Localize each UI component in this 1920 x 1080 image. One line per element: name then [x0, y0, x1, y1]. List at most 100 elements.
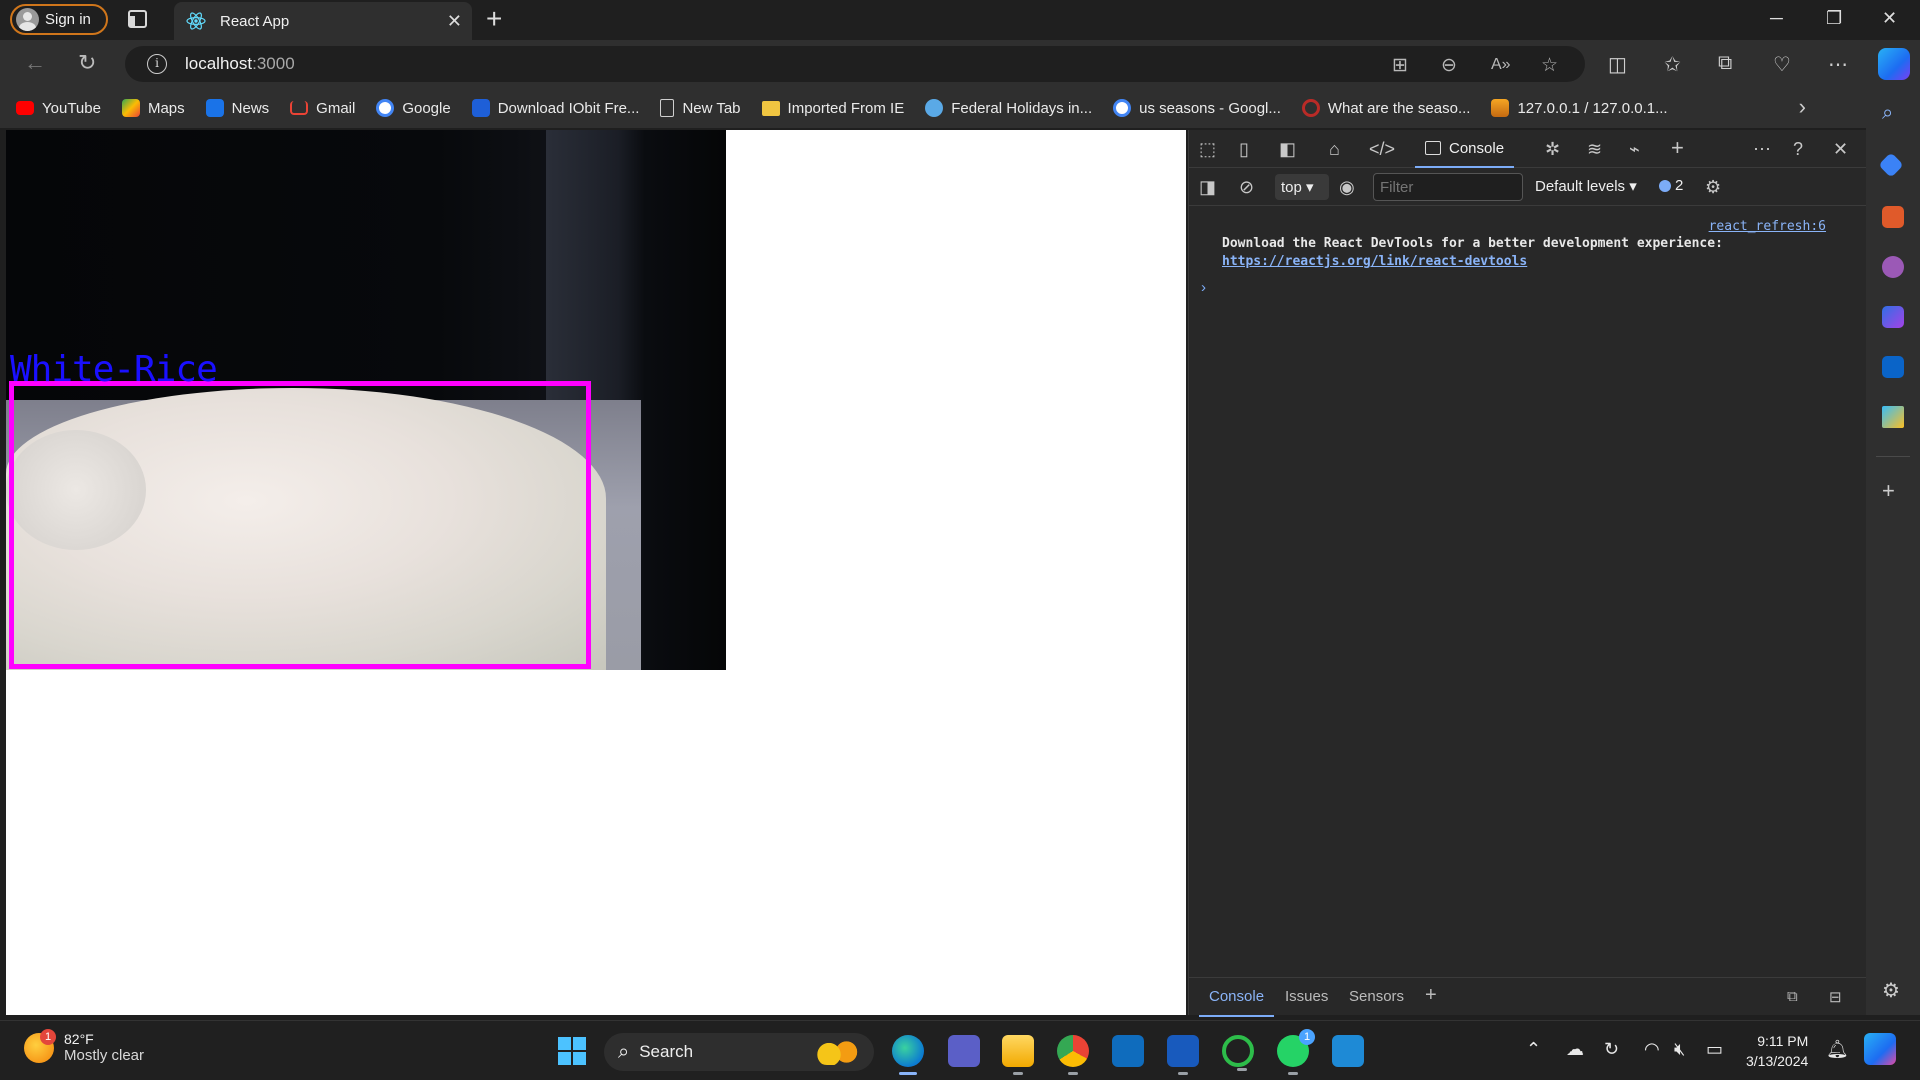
help-icon[interactable]: ?: [1793, 139, 1803, 160]
react-logo-icon: [186, 12, 206, 30]
log-levels-dropdown[interactable]: Default levels ▾: [1535, 177, 1637, 195]
console-prompt-chevron-icon[interactable]: ›: [1201, 279, 1206, 296]
bookmark-gmail[interactable]: Gmail: [290, 100, 355, 117]
bookmark-youtube[interactable]: YouTube: [16, 100, 101, 117]
bookmark-news[interactable]: News: [205, 99, 269, 117]
bookmark-google[interactable]: Google: [376, 99, 451, 117]
inspect-element-icon[interactable]: ⬚: [1199, 139, 1216, 160]
bookmark-what-are-seasons[interactable]: What are the seaso...: [1301, 99, 1470, 117]
back-icon[interactable]: ←: [24, 50, 46, 76]
drop-send-icon[interactable]: [1882, 406, 1904, 428]
bookmark-federal-holidays[interactable]: Federal Holidays in...: [925, 99, 1092, 117]
copilot-taskbar-icon[interactable]: [1864, 1033, 1896, 1065]
context-select[interactable]: top ▾: [1275, 174, 1329, 200]
weather-widget[interactable]: 1 82°F Mostly clear: [24, 1028, 144, 1064]
sources-bug-icon[interactable]: ✲: [1545, 139, 1560, 160]
site-info-icon[interactable]: i: [147, 54, 167, 74]
mail-icon[interactable]: [1112, 1035, 1144, 1067]
drawer-tab-console[interactable]: Console: [1198, 988, 1275, 1017]
tab-react-app[interactable]: React App ✕: [174, 2, 472, 40]
device-emulation-icon[interactable]: ▯: [1239, 139, 1249, 160]
system-clock[interactable]: 9:11 PM 3/13/2024: [1746, 1031, 1808, 1071]
favorites-icon[interactable]: ✩: [1664, 52, 1681, 77]
bookmark-iobit[interactable]: Download IObit Fre...: [471, 99, 639, 117]
close-window-icon[interactable]: ✕: [1882, 8, 1897, 29]
edge-taskbar-icon[interactable]: [892, 1035, 924, 1075]
quora-icon: [1301, 99, 1320, 117]
react-devtools-link[interactable]: https://reactjs.org/link/react-devtools: [1222, 254, 1527, 269]
address-bar[interactable]: i localhost:3000 ⊞ ⊖ A» ☆: [125, 46, 1585, 82]
whatsapp-icon[interactable]: 1: [1277, 1029, 1315, 1075]
read-aloud-icon[interactable]: A»: [1491, 56, 1511, 74]
drawer-tab-issues[interactable]: Issues: [1285, 988, 1328, 1005]
bookmark-imported-from-ie[interactable]: Imported From IE: [761, 100, 904, 117]
notifications-bell-icon[interactable]: 🔔︎: [1826, 1039, 1849, 1060]
speaker-muted-icon[interactable]: 🔇︎: [1674, 1039, 1685, 1060]
show-hidden-icons-chevron-icon[interactable]: ⌃: [1526, 1039, 1541, 1060]
split-screen-icon[interactable]: ◫: [1608, 52, 1627, 77]
refresh-icon[interactable]: ↻: [78, 50, 96, 76]
close-tab-icon[interactable]: ✕: [447, 11, 462, 32]
elements-icon[interactable]: </>: [1369, 139, 1395, 160]
welcome-home-icon[interactable]: ⌂: [1329, 139, 1340, 160]
games-icon[interactable]: [1882, 256, 1904, 278]
devtools-drawer: Console Issues Sensors + ⧉ ⊟: [1189, 977, 1866, 1017]
collections-icon[interactable]: ⧉: [1718, 52, 1732, 75]
tools-briefcase-icon[interactable]: [1882, 206, 1904, 228]
console-settings-gear-icon[interactable]: ⚙: [1705, 177, 1721, 198]
detection-bounding-box: [9, 381, 591, 669]
message-source-link[interactable]: react_refresh:6: [1709, 219, 1826, 234]
app-available-icon[interactable]: ⊞: [1392, 54, 1408, 77]
search-icon[interactable]: ⌕: [1882, 102, 1904, 124]
more-tools-icon[interactable]: +: [1671, 135, 1684, 161]
restore-icon[interactable]: ❐: [1826, 8, 1842, 29]
word-icon[interactable]: [1167, 1035, 1199, 1075]
bookmark-us-seasons[interactable]: us seasons - Googl...: [1113, 99, 1281, 117]
issues-counter[interactable]: 2: [1659, 177, 1683, 194]
drawer-dock-icon[interactable]: ⧉: [1787, 988, 1798, 1005]
bookmark-phpmyadmin[interactable]: 127.0.0.1 / 127.0.0.1...: [1491, 99, 1668, 117]
close-devtools-icon[interactable]: ✕: [1833, 139, 1848, 160]
outlook-icon[interactable]: [1882, 356, 1904, 378]
new-tab-icon[interactable]: +: [486, 3, 502, 35]
file-explorer-icon[interactable]: [1002, 1035, 1034, 1075]
bookmark-new-tab[interactable]: New Tab: [660, 99, 741, 117]
tab-console[interactable]: Console: [1415, 130, 1515, 168]
dock-side-icon[interactable]: ◧: [1279, 139, 1296, 160]
live-expression-eye-icon[interactable]: ◉: [1339, 177, 1355, 198]
tab-actions-icon[interactable]: [128, 10, 147, 28]
vscode-icon[interactable]: [1332, 1035, 1364, 1067]
battery-icon[interactable]: ▭: [1706, 1039, 1723, 1060]
browser-essentials-icon[interactable]: ♡: [1773, 52, 1791, 77]
sync-icon[interactable]: ↻: [1604, 1039, 1619, 1060]
favorite-star-icon[interactable]: ☆: [1541, 54, 1558, 77]
wifi-icon[interactable]: ◠: [1644, 1039, 1660, 1060]
loading-app-icon[interactable]: [1222, 1035, 1254, 1071]
network-icon[interactable]: ≋: [1587, 139, 1602, 160]
taskbar-search[interactable]: ⌕ Search: [604, 1033, 874, 1071]
minimize-icon[interactable]: ─: [1770, 8, 1783, 29]
microsoft-365-icon[interactable]: [1882, 306, 1904, 328]
cloud-offline-icon[interactable]: ☁: [1566, 1039, 1584, 1060]
phpmyadmin-icon: [1491, 99, 1510, 117]
copilot-icon[interactable]: [1878, 48, 1910, 80]
sign-in-button[interactable]: Sign in: [10, 4, 108, 35]
clear-console-icon[interactable]: ⊘: [1239, 177, 1254, 198]
bookmark-maps[interactable]: Maps: [121, 99, 185, 117]
zoom-icon[interactable]: ⊖: [1441, 54, 1457, 77]
chrome-icon[interactable]: [1057, 1035, 1089, 1075]
add-sidebar-app-icon[interactable]: +: [1882, 478, 1904, 503]
more-options-icon[interactable]: ⋯: [1828, 52, 1848, 77]
chevron-right-icon[interactable]: ›: [1799, 94, 1806, 120]
shopping-tag-icon[interactable]: [1878, 152, 1904, 178]
windows-start-icon[interactable]: [556, 1035, 588, 1067]
drawer-close-icon[interactable]: ⊟: [1829, 988, 1842, 1006]
sidebar-toggle-icon[interactable]: ◨: [1199, 177, 1216, 198]
filter-input[interactable]: [1373, 173, 1523, 201]
drawer-tab-sensors[interactable]: Sensors: [1349, 988, 1404, 1005]
customize-menu-icon[interactable]: ⋯: [1753, 139, 1771, 160]
performance-icon[interactable]: ⌁: [1629, 139, 1640, 160]
teams-icon[interactable]: [948, 1035, 980, 1067]
drawer-add-tab-icon[interactable]: +: [1425, 984, 1437, 1007]
sidebar-settings-gear-icon[interactable]: ⚙: [1882, 978, 1904, 1002]
